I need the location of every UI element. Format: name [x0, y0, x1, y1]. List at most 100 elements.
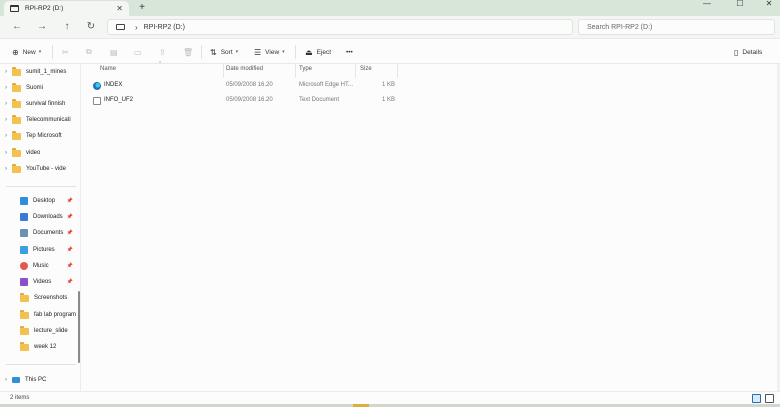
sidebar-item-label: Downloads	[33, 214, 63, 220]
column-header-date[interactable]: Date modified	[226, 66, 263, 72]
eject-icon: ⏏	[305, 47, 313, 57]
sidebar-item-label: Screenshots	[34, 295, 68, 301]
new-button[interactable]: ⊕ New ▾	[12, 45, 41, 59]
sort-icon: ⇅	[210, 47, 217, 57]
breadcrumb[interactable]: RPI-RP2 (D:)	[144, 24, 185, 31]
copy-icon: ⧉	[86, 47, 92, 56]
sidebar-item-lecture-slide[interactable]: lecture_slide	[0, 324, 80, 338]
documents-icon	[20, 229, 28, 237]
file-size: 1 KB	[382, 97, 396, 103]
column-header-size[interactable]: Size	[360, 66, 372, 72]
column-divider[interactable]	[295, 64, 296, 78]
clipboard-icon: ▤	[110, 47, 118, 57]
search-input[interactable]: Search RPI-RP2 (D:)	[578, 19, 775, 35]
expand-chevron-icon[interactable]: ›	[0, 377, 12, 383]
delete-button[interactable]: 🗑	[183, 45, 197, 59]
folder-icon	[12, 98, 21, 108]
folder-icon	[12, 130, 21, 140]
sidebar-item-folder[interactable]: › sumit_1_mines	[0, 65, 80, 79]
download-icon	[20, 213, 28, 221]
pin-icon[interactable]: 📌	[67, 198, 73, 204]
pin-icon[interactable]: 📌	[67, 214, 73, 220]
sidebar-item-desktop[interactable]: Desktop 📌	[0, 194, 80, 208]
new-tab-button[interactable]: +	[136, 2, 148, 14]
details-pane-button[interactable]: ▯ Details	[734, 45, 762, 59]
column-divider[interactable]	[355, 64, 356, 78]
forward-arrow-icon[interactable]: →	[35, 20, 49, 34]
tab-close-icon[interactable]: ✕	[116, 4, 123, 13]
sidebar-item-folder[interactable]: › Suomi	[0, 81, 80, 95]
view-button[interactable]: ☰ View ▾	[254, 45, 285, 59]
expand-chevron-icon[interactable]: ›	[0, 150, 12, 156]
details-pane-icon: ▯	[734, 47, 739, 57]
table-row[interactable]: INDEX 05/09/2008 16.20 Microsoft Edge HT…	[93, 80, 413, 93]
sidebar-item-week-12[interactable]: week 12	[0, 340, 80, 354]
paste-button[interactable]: ▤	[110, 45, 122, 59]
sidebar-item-folder[interactable]: › video	[0, 146, 80, 160]
folder-icon	[20, 325, 29, 335]
file-name: INDEX	[104, 82, 123, 88]
tab-rpi-rp2[interactable]: RPI-RP2 (D:) ✕	[4, 1, 129, 16]
divider	[201, 45, 202, 59]
rename-button[interactable]: ▭	[134, 45, 146, 59]
sidebar-item-label: lecture_slide	[34, 328, 68, 334]
breadcrumb-chevron-icon[interactable]: ›	[135, 23, 138, 32]
sort-button-label: Sort	[220, 48, 233, 56]
copy-button[interactable]: ⧉	[86, 45, 96, 59]
folder-icon	[12, 147, 21, 157]
sidebar-item-pictures[interactable]: Pictures 📌	[0, 243, 80, 257]
sidebar-item-music[interactable]: Music 📌	[0, 259, 80, 273]
pin-icon[interactable]: 📌	[67, 230, 73, 236]
sidebar-item-folder[interactable]: › YouTube - vide	[0, 162, 80, 176]
back-arrow-icon[interactable]: ←	[10, 20, 24, 34]
eject-button[interactable]: ⏏ Eject	[305, 45, 331, 59]
divider	[6, 186, 76, 187]
maximize-button[interactable]: ☐	[729, 0, 751, 10]
text-file-icon	[93, 97, 101, 105]
sidebar-item-label: Telecommunicati	[26, 117, 71, 123]
sort-button[interactable]: ⇅ Sort ▾	[210, 45, 238, 59]
folder-icon	[12, 163, 21, 173]
expand-chevron-icon[interactable]: ›	[0, 133, 12, 139]
expand-chevron-icon[interactable]: ›	[0, 101, 12, 107]
sidebar-item-fab-lab-program[interactable]: fab lab program	[0, 308, 80, 322]
share-button[interactable]: ⇪	[159, 45, 170, 59]
close-window-button[interactable]: ✕	[758, 0, 780, 10]
cut-button[interactable]: ✂	[62, 45, 73, 59]
column-divider[interactable]	[223, 64, 224, 78]
expand-chevron-icon[interactable]: ›	[0, 166, 12, 172]
pin-icon[interactable]: 📌	[67, 279, 73, 285]
up-arrow-icon[interactable]: ↑	[60, 20, 74, 34]
navigation-pane: › sumit_1_mines › Suomi › survival finni…	[0, 64, 81, 391]
tiles-view-button[interactable]	[765, 394, 774, 403]
sidebar-scrollbar[interactable]	[78, 291, 80, 363]
expand-chevron-icon[interactable]: ›	[0, 85, 12, 91]
column-header-name[interactable]: Name	[100, 66, 116, 72]
folder-icon	[12, 114, 21, 124]
more-options-button[interactable]: •••	[346, 45, 353, 59]
refresh-icon[interactable]: ↻	[84, 20, 98, 34]
sidebar-item-screenshots[interactable]: Screenshots	[0, 291, 80, 305]
folder-icon	[12, 82, 21, 92]
sidebar-item-folder[interactable]: › Telecommunicati	[0, 113, 80, 127]
expand-chevron-icon[interactable]: ›	[0, 117, 12, 123]
plus-circle-icon: ⊕	[12, 47, 19, 57]
sidebar-item-videos[interactable]: Videos 📌	[0, 275, 80, 289]
sidebar-item-downloads[interactable]: Downloads 📌	[0, 210, 80, 224]
sidebar-item-documents[interactable]: Documents 📌	[0, 226, 80, 240]
file-type: Text Document	[299, 97, 340, 103]
details-view-button[interactable]	[752, 394, 761, 403]
music-icon	[20, 262, 28, 270]
expand-chevron-icon[interactable]: ›	[0, 69, 12, 75]
table-row[interactable]: INFO_UF2 05/09/2008 16.20 Text Document …	[93, 95, 413, 108]
pin-icon[interactable]: 📌	[67, 263, 73, 269]
column-divider[interactable]	[397, 64, 398, 78]
column-header-type[interactable]: Type	[299, 66, 312, 72]
pin-icon[interactable]: 📌	[67, 247, 73, 253]
sidebar-item-this-pc[interactable]: › This PC	[0, 373, 80, 387]
minimize-button[interactable]: —	[696, 0, 718, 10]
file-size: 1 KB	[382, 82, 396, 88]
address-bar[interactable]: › RPI-RP2 (D:)	[107, 19, 573, 35]
sidebar-item-folder[interactable]: › Tep Microsoft	[0, 129, 80, 143]
sidebar-item-folder[interactable]: › survival finnish	[0, 97, 80, 111]
